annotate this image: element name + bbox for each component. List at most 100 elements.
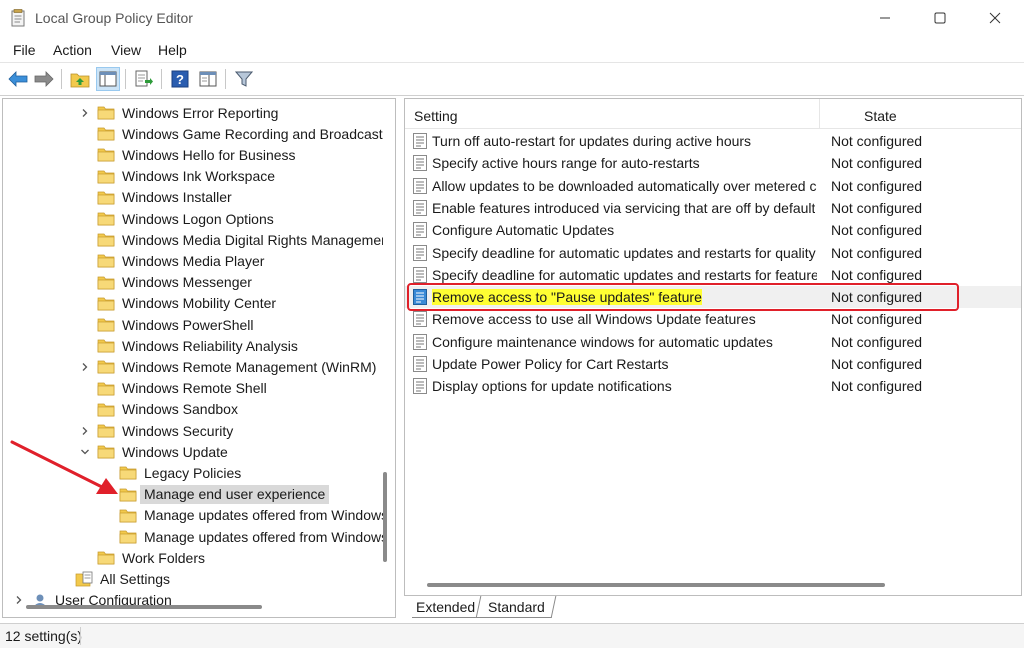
tree-item[interactable]: Windows Remote Shell <box>3 378 383 399</box>
setting-state: Not configured <box>831 155 923 172</box>
filter-icon <box>235 71 253 87</box>
tree-item-label: Windows Ink Workspace <box>122 168 276 185</box>
tree-item[interactable]: Windows Remote Management (WinRM) <box>3 356 383 377</box>
folder-icon <box>97 423 115 438</box>
setting-state: Not configured <box>831 244 923 261</box>
tree-item[interactable]: Windows Media Digital Rights Management <box>3 229 383 250</box>
setting-name-text: Enable features introduced via servicing… <box>432 199 816 216</box>
status-bar: 12 setting(s) <box>0 623 1024 648</box>
tree-item[interactable]: Windows Hello for Business <box>3 144 383 165</box>
table-row[interactable]: Enable features introduced via servicing… <box>405 197 1021 219</box>
setting-name: Enable features introduced via servicing… <box>432 200 815 216</box>
tree-item-label: Work Folders <box>122 549 205 566</box>
folder-icon <box>97 381 115 396</box>
annotation-arrow-icon <box>10 440 118 494</box>
tab-extended[interactable]: Extended <box>416 596 475 618</box>
chevron-right-icon[interactable] <box>79 361 91 373</box>
annotation-highlight-box <box>407 283 959 311</box>
menu-view[interactable]: View <box>111 38 141 58</box>
setting-name: Allow updates to be downloaded automatic… <box>432 178 817 194</box>
tree-item[interactable]: Windows Error Reporting <box>3 102 383 123</box>
chevron-right-icon[interactable] <box>79 107 91 119</box>
table-row[interactable]: Specify deadline for automatic updates a… <box>405 242 1021 264</box>
export-list-button[interactable] <box>132 67 156 91</box>
table-row[interactable]: Update Power Policy for Cart Restarts Not… <box>405 353 1021 375</box>
setting-name-text: Allow updates to be downloaded automatic… <box>432 177 817 194</box>
menu-file[interactable]: File <box>13 38 36 58</box>
setting-state: Not configured <box>831 133 923 149</box>
column-divider[interactable] <box>819 99 820 129</box>
chevron-right-icon[interactable] <box>13 594 25 606</box>
setting-name-text: Update Power Policy for Cart Restarts <box>432 356 669 372</box>
folder-icon <box>97 359 115 374</box>
setting-name-text: Remove access to use all Windows Update … <box>432 311 756 328</box>
tree-item[interactable]: Windows Reliability Analysis <box>3 335 383 356</box>
tree-item[interactable]: Windows Mobility Center <box>3 293 383 314</box>
tree-pane[interactable]: Windows Error Reporting Windows Game Reco… <box>2 98 396 618</box>
setting-name-text: Configure Automatic Updates <box>432 222 615 239</box>
chevron-right-icon[interactable] <box>79 425 91 437</box>
toolbar: ? <box>0 62 1024 96</box>
policy-setting-icon <box>413 378 427 395</box>
tree-item[interactable]: Windows Messenger <box>3 272 383 293</box>
tree-item-label: Windows Logon Options <box>122 210 274 227</box>
tree-item-label: Windows Installer <box>122 189 232 206</box>
tab-standard[interactable]: Standard <box>488 596 545 618</box>
tree-item[interactable]: Windows Installer <box>3 187 383 208</box>
svg-text:?: ? <box>176 72 184 87</box>
tree-item[interactable]: Windows Media Player <box>3 250 383 271</box>
tree-vertical-scrollbar[interactable] <box>383 472 387 562</box>
table-row[interactable]: Remove access to use all Windows Update … <box>405 308 1021 330</box>
setting-name: Specify deadline for automatic updates a… <box>432 245 817 261</box>
column-header-setting[interactable]: Setting <box>414 108 458 124</box>
back-button[interactable] <box>6 67 30 91</box>
tree-item[interactable]: All Settings <box>3 568 383 589</box>
policy-setting-icon <box>413 199 427 216</box>
tree-item[interactable]: Windows Game Recording and Broadcasting <box>3 123 383 144</box>
close-button[interactable] <box>972 0 1018 36</box>
folder-icon <box>119 529 137 544</box>
column-header-state[interactable]: State <box>864 108 897 124</box>
tree-item[interactable]: Manage updates offered from Windows Serv… <box>3 505 383 526</box>
list-horizontal-scrollbar[interactable] <box>427 583 885 587</box>
policy-setting-icon <box>413 356 427 372</box>
table-row[interactable]: Allow updates to be downloaded automatic… <box>405 175 1021 197</box>
folder-icon <box>97 253 115 268</box>
help-button[interactable]: ? <box>168 67 192 91</box>
maximize-button[interactable] <box>917 0 963 36</box>
table-row[interactable]: Display options for update notifications… <box>405 375 1021 397</box>
up-folder-button[interactable] <box>68 67 92 91</box>
setting-state: Not configured <box>831 333 923 350</box>
show-hide-tree-button[interactable] <box>96 67 120 91</box>
tree-item-label: Manage updates offered from Windows Serv… <box>144 507 383 524</box>
folder-icon <box>119 465 137 480</box>
setting-name: Turn off auto-restart for updates during… <box>432 133 751 149</box>
minimize-button[interactable] <box>862 0 908 36</box>
tree-item[interactable]: Windows Ink Workspace <box>3 166 383 187</box>
menu-action[interactable]: Action <box>53 38 92 58</box>
table-row[interactable]: Configure maintenance windows for automa… <box>405 331 1021 353</box>
tree-item[interactable]: Windows PowerShell <box>3 314 383 335</box>
menu-help[interactable]: Help <box>158 38 187 58</box>
close-icon <box>989 12 1001 24</box>
table-row[interactable]: Specify active hours range for auto-rest… <box>405 152 1021 174</box>
window-title: Local Group Policy Editor <box>35 10 193 26</box>
setting-name-text: Specify deadline for automatic updates a… <box>432 244 817 261</box>
setting-name: Configure Automatic Updates <box>432 222 614 238</box>
tree-item[interactable]: Windows Logon Options <box>3 208 383 229</box>
properties-button[interactable] <box>196 67 220 91</box>
setting-name: Remove access to use all Windows Update … <box>432 311 756 327</box>
tree-item-label: Windows Media Digital Rights Management <box>122 231 383 248</box>
setting-name-text: Configure maintenance windows for automa… <box>432 333 773 350</box>
forward-button[interactable] <box>32 67 56 91</box>
table-row[interactable]: Turn off auto-restart for updates during… <box>405 130 1021 152</box>
tree-item[interactable]: Manage updates offered from Windows Upda… <box>3 526 383 547</box>
folder-icon <box>97 169 115 184</box>
tree-item[interactable]: Windows Sandbox <box>3 399 383 420</box>
tree-item[interactable]: Work Folders <box>3 547 383 568</box>
table-row[interactable]: Configure Automatic Updates Not configure… <box>405 219 1021 241</box>
tree-horizontal-scrollbar[interactable] <box>26 605 262 609</box>
tree-item-label: Legacy Policies <box>144 464 242 481</box>
filter-button[interactable] <box>232 67 256 91</box>
properties-icon <box>199 71 217 87</box>
